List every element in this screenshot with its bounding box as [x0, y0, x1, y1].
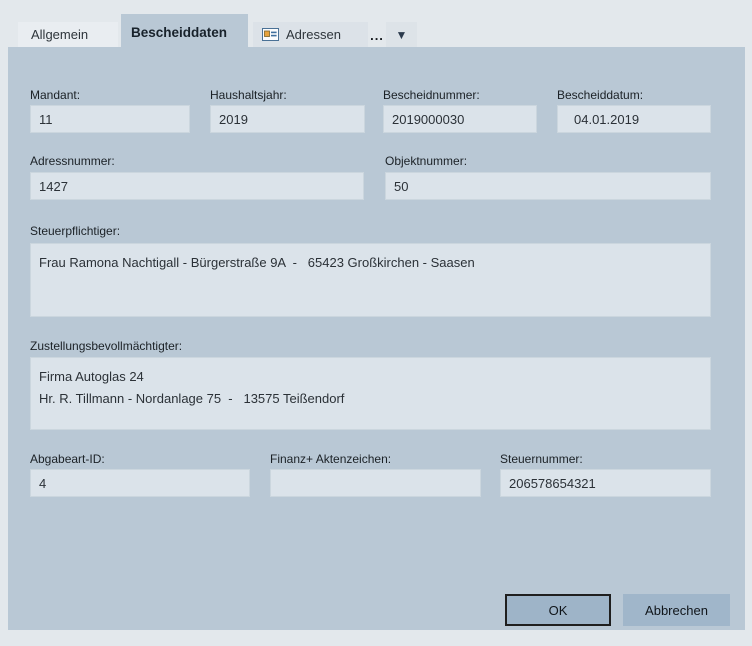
bescheiddatum-label: Bescheiddatum:: [557, 88, 643, 102]
adressnummer-label: Adressnummer:: [30, 154, 115, 168]
zustellungsbevollmaechtigter-label: Zustellungsbevollmächtigter:: [30, 339, 182, 353]
zustellungsbevollmaechtigter-field[interactable]: Firma Autoglas 24 Hr. R. Tillmann - Nord…: [30, 357, 711, 430]
tab-bescheiddaten-label: Bescheiddaten: [131, 25, 227, 40]
address-card-icon: [262, 28, 279, 41]
dialog-window: Allgemein Bescheiddaten Adressen ... ▼ M…: [0, 0, 752, 646]
tab-adressen[interactable]: Adressen: [253, 22, 368, 47]
tab-overflow-indicator[interactable]: ...: [369, 28, 385, 46]
haushaltsjahr-field[interactable]: [210, 105, 365, 133]
objektnummer-field[interactable]: [385, 172, 711, 200]
steuerpflichtiger-field[interactable]: Frau Ramona Nachtigall - Bürgerstraße 9A…: [30, 243, 711, 317]
tab-allgemein-label: Allgemein: [31, 27, 88, 42]
bescheiddatum-field[interactable]: [557, 105, 711, 133]
abgabeart-id-field[interactable]: [30, 469, 250, 497]
haushaltsjahr-label: Haushaltsjahr:: [210, 88, 287, 102]
finanz-aktenzeichen-field[interactable]: [270, 469, 481, 497]
bescheidnummer-field[interactable]: [383, 105, 537, 133]
mandant-field[interactable]: [30, 105, 190, 133]
bescheidnummer-label: Bescheidnummer:: [383, 88, 480, 102]
tab-allgemein[interactable]: Allgemein: [18, 22, 118, 47]
tab-bescheiddaten[interactable]: Bescheiddaten: [121, 14, 248, 47]
chevron-down-icon: ▼: [396, 29, 408, 41]
objektnummer-label: Objektnummer:: [385, 154, 467, 168]
cancel-button[interactable]: Abbrechen: [623, 594, 730, 626]
tab-list-dropdown-button[interactable]: ▼: [386, 22, 417, 47]
steuerpflichtiger-label: Steuerpflichtiger:: [30, 224, 120, 238]
abgabeart-id-label: Abgabeart-ID:: [30, 452, 105, 466]
bescheiddaten-panel: Mandant: Haushaltsjahr: Bescheidnummer: …: [8, 47, 745, 630]
steuernummer-field[interactable]: [500, 469, 711, 497]
adressnummer-field[interactable]: [30, 172, 364, 200]
finanz-aktenzeichen-label: Finanz+ Aktenzeichen:: [270, 452, 391, 466]
ok-button[interactable]: OK: [505, 594, 611, 626]
mandant-label: Mandant:: [30, 88, 80, 102]
steuernummer-label: Steuernummer:: [500, 452, 583, 466]
tab-adressen-label: Adressen: [286, 27, 341, 42]
